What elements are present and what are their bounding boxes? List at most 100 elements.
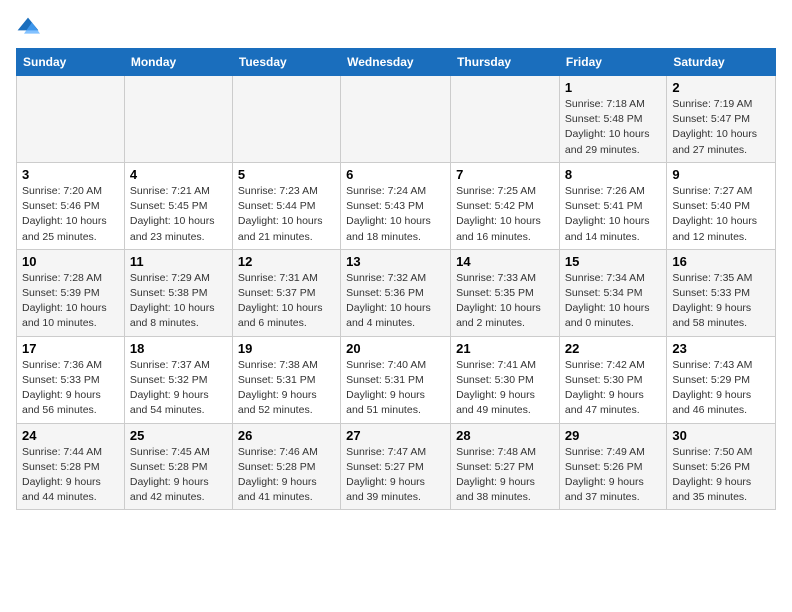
calendar-cell: 20 Sunrise: 7:40 AMSunset: 5:31 PMDayligh… [341, 336, 451, 423]
calendar-cell [17, 76, 125, 163]
day-info: Sunrise: 7:37 AMSunset: 5:32 PMDaylight:… [130, 358, 227, 419]
header-saturday: Saturday [667, 49, 776, 76]
day-info: Sunrise: 7:48 AMSunset: 5:27 PMDaylight:… [456, 445, 554, 506]
header-sunday: Sunday [17, 49, 125, 76]
calendar-cell: 15 Sunrise: 7:34 AMSunset: 5:34 PMDayligh… [559, 249, 666, 336]
calendar-cell [451, 76, 560, 163]
header-row: SundayMondayTuesdayWednesdayThursdayFrid… [17, 49, 776, 76]
day-info: Sunrise: 7:36 AMSunset: 5:33 PMDaylight:… [22, 358, 119, 419]
day-number: 20 [346, 341, 445, 356]
calendar-header: SundayMondayTuesdayWednesdayThursdayFrid… [17, 49, 776, 76]
calendar-cell: 7 Sunrise: 7:25 AMSunset: 5:42 PMDaylight… [451, 162, 560, 249]
day-number: 30 [672, 428, 770, 443]
day-info: Sunrise: 7:28 AMSunset: 5:39 PMDaylight:… [22, 271, 119, 332]
day-number: 23 [672, 341, 770, 356]
calendar-cell: 22 Sunrise: 7:42 AMSunset: 5:30 PMDayligh… [559, 336, 666, 423]
day-number: 11 [130, 254, 227, 269]
calendar-table: SundayMondayTuesdayWednesdayThursdayFrid… [16, 48, 776, 510]
calendar-cell: 5Sunrise: 7:23 AMSunset: 5:44 PMDaylight… [232, 162, 340, 249]
day-number: 1 [565, 80, 661, 95]
calendar-cell: 10 Sunrise: 7:28 AMSunset: 5:39 PMDayligh… [17, 249, 125, 336]
header [16, 16, 776, 40]
day-info: Sunrise: 7:50 AMSunset: 5:26 PMDaylight:… [672, 445, 770, 506]
day-number: 7 [456, 167, 554, 182]
day-info: Sunrise: 7:42 AMSunset: 5:30 PMDaylight:… [565, 358, 661, 419]
day-info: Sunrise: 7:44 AMSunset: 5:28 PMDaylight:… [22, 445, 119, 506]
day-info: Sunrise: 7:23 AMSunset: 5:44 PMDaylight:… [238, 184, 335, 245]
logo-icon [16, 16, 40, 40]
calendar-cell: 18 Sunrise: 7:37 AMSunset: 5:32 PMDayligh… [124, 336, 232, 423]
day-number: 15 [565, 254, 661, 269]
header-monday: Monday [124, 49, 232, 76]
day-info: Sunrise: 7:41 AMSunset: 5:30 PMDaylight:… [456, 358, 554, 419]
calendar-cell: 13 Sunrise: 7:32 AMSunset: 5:36 PMDayligh… [341, 249, 451, 336]
day-info: Sunrise: 7:40 AMSunset: 5:31 PMDaylight:… [346, 358, 445, 419]
calendar-cell: 25 Sunrise: 7:45 AMSunset: 5:28 PMDayligh… [124, 423, 232, 510]
calendar-cell: 14Sunrise: 7:33 AMSunset: 5:35 PMDayligh… [451, 249, 560, 336]
day-info: Sunrise: 7:20 AMSunset: 5:46 PMDaylight:… [22, 184, 119, 245]
calendar-cell [124, 76, 232, 163]
logo [16, 16, 44, 40]
calendar-cell: 30 Sunrise: 7:50 AMSunset: 5:26 PMDayligh… [667, 423, 776, 510]
calendar-body: 1 Sunrise: 7:18 AMSunset: 5:48 PMDaylight… [17, 76, 776, 510]
week-row-5: 24 Sunrise: 7:44 AMSunset: 5:28 PMDayligh… [17, 423, 776, 510]
calendar-cell: 21 Sunrise: 7:41 AMSunset: 5:30 PMDayligh… [451, 336, 560, 423]
header-friday: Friday [559, 49, 666, 76]
calendar-cell: 23 Sunrise: 7:43 AMSunset: 5:29 PMDayligh… [667, 336, 776, 423]
day-info: Sunrise: 7:29 AMSunset: 5:38 PMDaylight:… [130, 271, 227, 332]
day-number: 8 [565, 167, 661, 182]
day-info: Sunrise: 7:33 AMSunset: 5:35 PMDaylight:… [456, 271, 554, 332]
day-number: 4 [130, 167, 227, 182]
day-number: 2 [672, 80, 770, 95]
calendar-cell: 12Sunrise: 7:31 AMSunset: 5:37 PMDayligh… [232, 249, 340, 336]
day-number: 16 [672, 254, 770, 269]
day-number: 9 [672, 167, 770, 182]
day-number: 19 [238, 341, 335, 356]
week-row-1: 1 Sunrise: 7:18 AMSunset: 5:48 PMDaylight… [17, 76, 776, 163]
week-row-4: 17 Sunrise: 7:36 AMSunset: 5:33 PMDayligh… [17, 336, 776, 423]
day-info: Sunrise: 7:34 AMSunset: 5:34 PMDaylight:… [565, 271, 661, 332]
calendar-cell: 11 Sunrise: 7:29 AMSunset: 5:38 PMDayligh… [124, 249, 232, 336]
calendar-cell: 2 Sunrise: 7:19 AMSunset: 5:47 PMDaylight… [667, 76, 776, 163]
day-info: Sunrise: 7:47 AMSunset: 5:27 PMDaylight:… [346, 445, 445, 506]
calendar-cell: 26 Sunrise: 7:46 AMSunset: 5:28 PMDayligh… [232, 423, 340, 510]
day-number: 12 [238, 254, 335, 269]
day-info: Sunrise: 7:24 AMSunset: 5:43 PMDaylight:… [346, 184, 445, 245]
day-info: Sunrise: 7:46 AMSunset: 5:28 PMDaylight:… [238, 445, 335, 506]
day-number: 22 [565, 341, 661, 356]
calendar-cell: 17 Sunrise: 7:36 AMSunset: 5:33 PMDayligh… [17, 336, 125, 423]
calendar-cell [232, 76, 340, 163]
header-tuesday: Tuesday [232, 49, 340, 76]
day-info: Sunrise: 7:21 AMSunset: 5:45 PMDaylight:… [130, 184, 227, 245]
calendar-cell: 4 Sunrise: 7:21 AMSunset: 5:45 PMDaylight… [124, 162, 232, 249]
day-number: 26 [238, 428, 335, 443]
week-row-2: 3 Sunrise: 7:20 AMSunset: 5:46 PMDaylight… [17, 162, 776, 249]
header-wednesday: Wednesday [341, 49, 451, 76]
day-info: Sunrise: 7:19 AMSunset: 5:47 PMDaylight:… [672, 97, 770, 158]
day-info: Sunrise: 7:49 AMSunset: 5:26 PMDaylight:… [565, 445, 661, 506]
day-number: 27 [346, 428, 445, 443]
day-info: Sunrise: 7:32 AMSunset: 5:36 PMDaylight:… [346, 271, 445, 332]
calendar-cell: 6Sunrise: 7:24 AMSunset: 5:43 PMDaylight… [341, 162, 451, 249]
day-number: 29 [565, 428, 661, 443]
day-info: Sunrise: 7:45 AMSunset: 5:28 PMDaylight:… [130, 445, 227, 506]
day-info: Sunrise: 7:38 AMSunset: 5:31 PMDaylight:… [238, 358, 335, 419]
day-info: Sunrise: 7:25 AMSunset: 5:42 PMDaylight:… [456, 184, 554, 245]
day-number: 25 [130, 428, 227, 443]
day-info: Sunrise: 7:18 AMSunset: 5:48 PMDaylight:… [565, 97, 661, 158]
week-row-3: 10 Sunrise: 7:28 AMSunset: 5:39 PMDayligh… [17, 249, 776, 336]
day-number: 3 [22, 167, 119, 182]
day-number: 10 [22, 254, 119, 269]
day-number: 28 [456, 428, 554, 443]
calendar-cell: 1 Sunrise: 7:18 AMSunset: 5:48 PMDaylight… [559, 76, 666, 163]
calendar-cell: 24 Sunrise: 7:44 AMSunset: 5:28 PMDayligh… [17, 423, 125, 510]
day-number: 18 [130, 341, 227, 356]
day-info: Sunrise: 7:27 AMSunset: 5:40 PMDaylight:… [672, 184, 770, 245]
day-number: 13 [346, 254, 445, 269]
day-number: 17 [22, 341, 119, 356]
day-number: 24 [22, 428, 119, 443]
header-thursday: Thursday [451, 49, 560, 76]
day-number: 21 [456, 341, 554, 356]
day-info: Sunrise: 7:43 AMSunset: 5:29 PMDaylight:… [672, 358, 770, 419]
day-info: Sunrise: 7:26 AMSunset: 5:41 PMDaylight:… [565, 184, 661, 245]
